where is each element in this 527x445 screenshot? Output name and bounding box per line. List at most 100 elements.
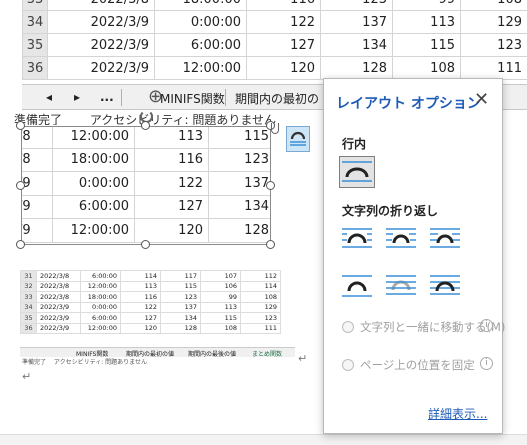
cell-time[interactable]: 12:00:00 — [154, 56, 247, 80]
layout-options-button[interactable] — [286, 126, 310, 152]
fix-position-radio[interactable]: ページ上の位置を固定 — [342, 357, 475, 373]
cell: 33 — [20, 291, 37, 303]
cell: 134 — [208, 194, 270, 219]
cell: 99 — [200, 291, 241, 303]
table-row: /818:00:00116123 — [22, 147, 270, 172]
cell: 112 — [240, 270, 281, 282]
resize-handle-nw[interactable] — [16, 121, 25, 130]
table-row: 31 2022/3/8 6:00:00 114 117 107 112 — [20, 270, 281, 282]
cell[interactable]: 113 — [392, 10, 461, 34]
row-number[interactable]: 35 — [22, 33, 48, 57]
cell[interactable]: 123 — [460, 33, 527, 57]
cell: 2022/3/9 — [36, 322, 81, 334]
cell: 2022/3/8 — [36, 291, 81, 303]
resize-handle-e[interactable] — [266, 181, 275, 190]
cell: 117 — [160, 270, 201, 282]
in-front-of-text-icon — [430, 275, 460, 295]
bottom-edge — [0, 434, 527, 445]
cell: 18:00:00 — [52, 147, 135, 172]
cell-date[interactable]: 2022/3/9 — [47, 33, 155, 57]
wrap-option-in-front[interactable] — [427, 270, 463, 302]
table-row: /912:00:00120128 — [22, 218, 270, 243]
cell-time[interactable]: 6:00:00 — [154, 33, 247, 57]
cell[interactable]: 108 — [392, 56, 461, 80]
tab-more-button[interactable]: ... — [100, 90, 114, 104]
table-row: 34 2022/3/9 0:00:00 122 137 113 129 — [22, 10, 527, 34]
cell-date[interactable]: 2022/3/9 — [47, 10, 155, 34]
cell: 108 — [240, 291, 281, 303]
cell[interactable]: 116 — [246, 0, 321, 11]
resize-handle-s[interactable] — [141, 240, 150, 249]
cell: /9 — [22, 194, 53, 219]
row-number[interactable]: 33 — [22, 0, 48, 11]
tight-wrap-icon — [386, 228, 416, 248]
cell: 129 — [240, 301, 281, 313]
cell: 111 — [240, 322, 281, 334]
tab-first-in-period[interactable]: 期間内の最初の — [235, 90, 319, 107]
wrap-option-square[interactable] — [339, 223, 375, 255]
table-row: 36 2022/3/9 12:00:00 120 128 108 111 — [20, 322, 281, 334]
cell: 115 — [208, 127, 270, 149]
cell: /8 — [22, 127, 53, 149]
resize-handle-se[interactable] — [266, 240, 275, 249]
cell[interactable]: 108 — [460, 0, 527, 11]
top-bottom-wrap-icon — [342, 275, 372, 297]
cell: 36 — [20, 322, 37, 334]
see-more-link[interactable]: 詳細表示... — [428, 405, 487, 422]
tab-prev-button[interactable]: ◂ — [46, 90, 52, 104]
row-number[interactable]: 34 — [22, 10, 48, 34]
cell: 128 — [160, 322, 201, 334]
cell[interactable]: 129 — [460, 10, 527, 34]
cell[interactable]: 127 — [246, 33, 321, 57]
wrap-option-tight[interactable] — [383, 223, 419, 255]
cell[interactable]: 2022/3/8 — [47, 0, 155, 11]
cell: 12:00:00 — [52, 218, 135, 243]
wrap-option-through[interactable] — [427, 223, 463, 255]
table-row: 34 2022/3/9 0:00:00 122 137 113 129 — [20, 301, 281, 313]
wrap-option-behind-text[interactable] — [383, 270, 419, 302]
cell: 127 — [134, 194, 209, 219]
fix-position-label: ページ上の位置を固定 — [360, 358, 475, 372]
cell: /9 — [22, 171, 53, 196]
table-row: /96:00:00127134 — [22, 194, 270, 219]
close-icon[interactable]: ✕ — [474, 89, 489, 110]
pasted-picture[interactable]: /812:00:00113115 /818:00:00116123 /90:00… — [21, 126, 271, 245]
info-icon[interactable]: i — [480, 319, 493, 332]
cell[interactable]: 123 — [320, 0, 393, 11]
cell[interactable]: 134 — [320, 33, 393, 57]
thumbnail-tab-bar: MINIFS関数 期間内の最初の値 期間内の最後の値 まとめ関数 — [20, 347, 295, 358]
tab-next-button[interactable]: ▸ — [74, 90, 80, 104]
info-icon[interactable]: i — [480, 357, 493, 370]
resize-handle-n[interactable] — [141, 121, 150, 130]
square-wrap-icon — [342, 228, 372, 248]
cell: /9 — [22, 218, 53, 243]
cell: 35 — [20, 312, 37, 324]
table-row: 36 2022/3/9 12:00:00 120 128 108 111 — [22, 56, 527, 80]
cell[interactable]: 137 — [320, 10, 393, 34]
wrap-option-inline[interactable] — [339, 156, 375, 188]
cell: 114 — [120, 270, 161, 282]
resize-handle-w[interactable] — [16, 181, 25, 190]
cell: 137 — [208, 171, 270, 196]
cell[interactable]: 122 — [246, 10, 321, 34]
cell[interactable]: 128 — [320, 56, 393, 80]
cell: 115 — [200, 312, 241, 324]
tab-minifs[interactable]: MINIFS関数 — [160, 90, 225, 107]
cell-date[interactable]: 2022/3/9 — [47, 56, 155, 80]
resize-handle-sw[interactable] — [16, 240, 25, 249]
cell-time[interactable]: 0:00:00 — [154, 10, 247, 34]
wrap-option-top-bottom[interactable] — [339, 270, 375, 302]
cell[interactable]: 18:00:00 — [154, 0, 247, 11]
cell[interactable]: 99 — [392, 0, 461, 11]
anchor-icon — [271, 123, 279, 134]
panel-title: レイアウト オプション — [336, 96, 481, 112]
row-number[interactable]: 36 — [22, 56, 48, 80]
cell[interactable]: 111 — [460, 56, 527, 80]
table-row: /90:00:00122137 — [22, 171, 270, 196]
cell: 122 — [134, 171, 209, 196]
cell[interactable]: 115 — [392, 33, 461, 57]
cell[interactable]: 120 — [246, 56, 321, 80]
cell: 34 — [20, 301, 37, 313]
cell: 18:00:00 — [80, 291, 121, 303]
table-row: 33 2022/3/8 18:00:00 116 123 99 108 — [20, 291, 281, 303]
